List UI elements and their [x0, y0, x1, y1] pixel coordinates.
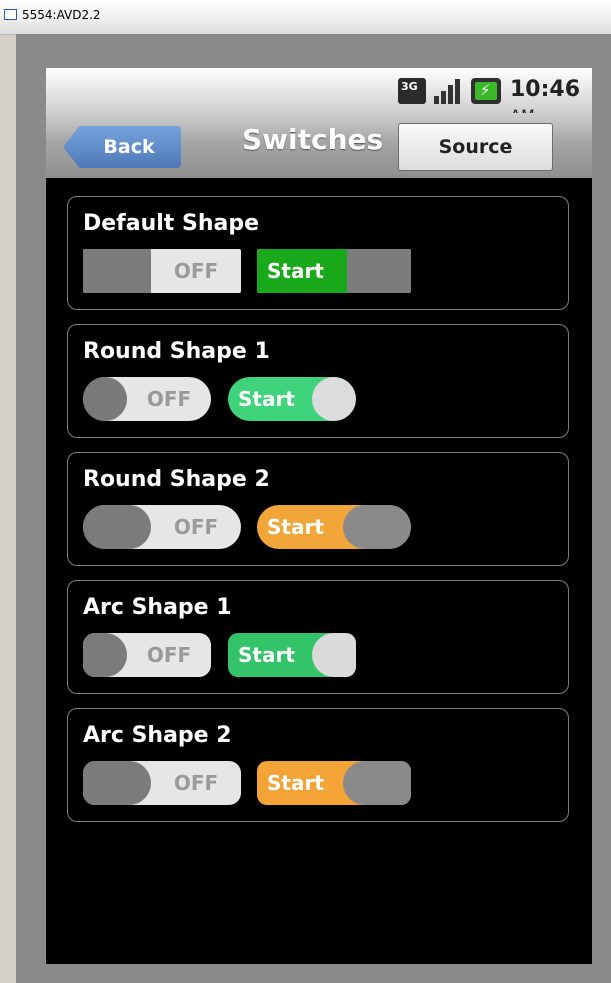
switch-knob — [343, 505, 411, 549]
toggle-switch-on[interactable]: Start — [228, 377, 356, 421]
switch-on-label: Start — [267, 259, 324, 283]
switch-card-default-shape: Default Shape OFF Start — [67, 196, 569, 310]
switch-on-label: Start — [267, 771, 324, 795]
battery-charging-icon: ⚡ — [471, 78, 501, 104]
window-icon — [4, 9, 17, 20]
toggle-switch-on[interactable]: Start — [257, 249, 411, 293]
switch-off-label: OFF — [173, 771, 219, 795]
page-title: Switches — [242, 123, 384, 156]
switch-knob — [343, 761, 411, 805]
switch-off-label: OFF — [146, 387, 192, 411]
switch-knob — [83, 377, 127, 421]
switch-card-title: Arc Shape 1 — [83, 595, 232, 620]
emulator-window-titlebar: 5554:AVD2.2 — [0, 0, 611, 35]
toggle-switch-off[interactable]: OFF — [83, 377, 211, 421]
signal-strength-icon — [432, 78, 462, 104]
back-button[interactable]: Back — [63, 126, 181, 168]
switch-on-label: Start — [267, 515, 324, 539]
toggle-switch-off[interactable]: OFF — [83, 249, 241, 293]
switch-card-round-shape-2: Round Shape 2 OFF Start — [67, 452, 569, 566]
device-screen: 3G ⚡ 10:46 AM Back Switches Source Defau… — [46, 68, 592, 964]
switch-off-label: OFF — [173, 515, 219, 539]
switch-card-round-shape-1: Round Shape 1 OFF Start — [67, 324, 569, 438]
switch-knob — [83, 633, 127, 677]
network-label: 3G — [401, 80, 418, 93]
switch-off-label: OFF — [173, 259, 219, 283]
switch-knob — [312, 377, 356, 421]
status-bar: 3G ⚡ 10:46 AM — [46, 68, 592, 125]
clock-time: 10:46 — [510, 77, 581, 102]
toggle-switch-off[interactable]: OFF — [83, 505, 241, 549]
switch-knob — [83, 761, 151, 805]
switch-on-label: Start — [238, 643, 295, 667]
switch-off-label: OFF — [146, 643, 192, 667]
toggle-switch-on[interactable]: Start — [257, 761, 411, 805]
switch-knob — [347, 249, 411, 293]
app-title-bar: Back Switches Source — [46, 113, 592, 178]
switch-knob — [312, 633, 356, 677]
switch-card-title: Round Shape 1 — [83, 339, 270, 364]
source-button[interactable]: Source — [398, 123, 553, 171]
window-title: 5554:AVD2.2 — [22, 8, 101, 22]
switch-card-title: Arc Shape 2 — [83, 723, 232, 748]
switch-card-title: Default Shape — [83, 211, 259, 236]
switch-on-label: Start — [238, 387, 295, 411]
switch-knob — [83, 505, 151, 549]
switch-card-arc-shape-1: Arc Shape 1 OFF Start — [67, 580, 569, 694]
toggle-switch-off[interactable]: OFF — [83, 761, 241, 805]
3g-network-icon: 3G — [398, 78, 426, 104]
switch-card-arc-shape-2: Arc Shape 2 OFF Start — [67, 708, 569, 822]
switch-knob — [83, 249, 151, 293]
toggle-switch-on[interactable]: Start — [257, 505, 411, 549]
back-button-label: Back — [103, 136, 155, 158]
toggle-switch-off[interactable]: OFF — [83, 633, 211, 677]
switch-card-title: Round Shape 2 — [83, 467, 270, 492]
toggle-switch-on[interactable]: Start — [228, 633, 356, 677]
